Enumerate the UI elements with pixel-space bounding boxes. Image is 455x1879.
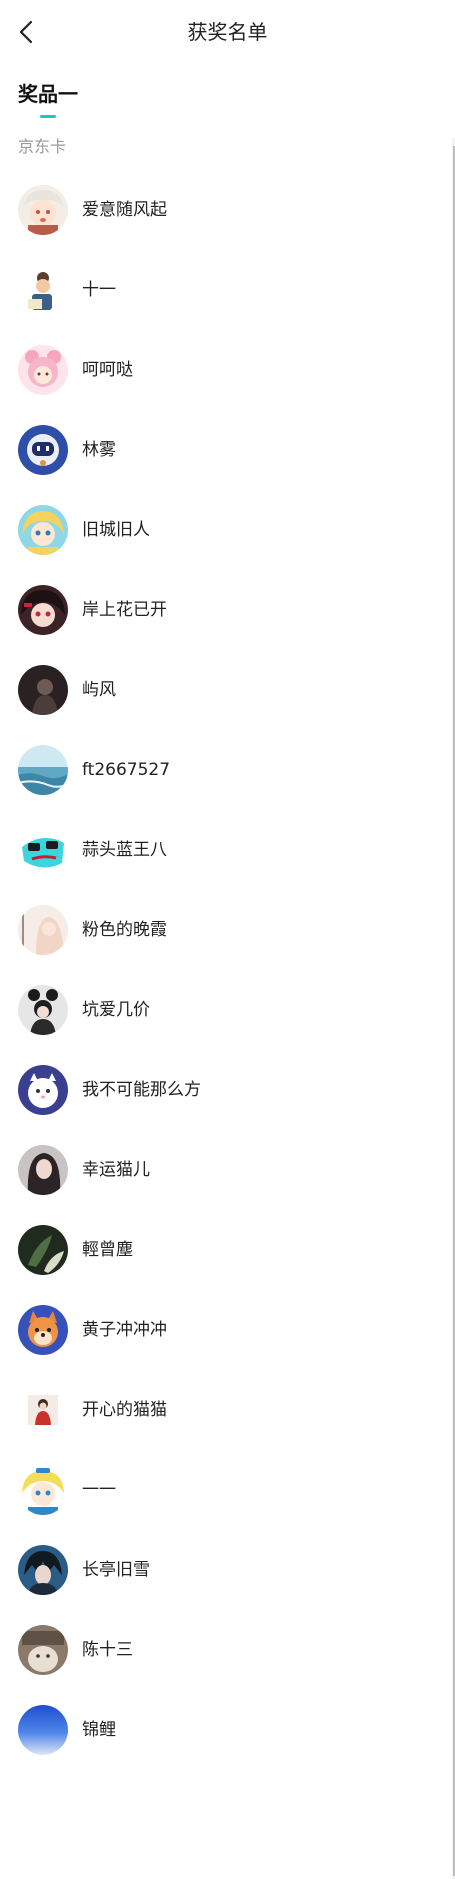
top-bar: 获奖名单 (0, 0, 455, 66)
list-item: 屿风 (0, 650, 440, 730)
avatar (18, 505, 68, 555)
winner-name: 粉色的晚霞 (82, 920, 167, 940)
winner-name: 我不可能那么方 (82, 1080, 201, 1100)
avatar (18, 1545, 68, 1595)
winner-name: 一一 (82, 1480, 116, 1500)
avatar (18, 1625, 68, 1675)
winner-name: 开心的猫猫 (82, 1400, 167, 1420)
winner-list-content: 奖品一 京东卡 爱意随风起 十一 呵呵哒 林雾 旧城旧人 岸上花已开 屿风 ft… (0, 66, 455, 1879)
list-item: 坑爱几价 (0, 970, 440, 1050)
avatar (18, 425, 68, 475)
list-item: 十一 (0, 250, 440, 330)
winner-name: 陈十三 (82, 1640, 133, 1660)
avatar (18, 985, 68, 1035)
avatar (18, 745, 68, 795)
page-title: 获奖名单 (187, 20, 268, 44)
winner-name: 旧城旧人 (82, 520, 150, 540)
avatar (18, 265, 68, 315)
list-item: ft2667527 (0, 730, 440, 810)
tab-active-indicator (40, 115, 56, 118)
list-item: 锦鲤 (0, 1690, 440, 1770)
winner-name: 黄子冲冲冲 (82, 1320, 167, 1340)
list-item: 旧城旧人 (0, 490, 440, 570)
list-item: 輕曾塵 (0, 1210, 440, 1290)
avatar (18, 585, 68, 635)
winner-name: ft2667527 (82, 760, 171, 780)
avatar (18, 905, 68, 955)
winner-list: 爱意随风起 十一 呵呵哒 林雾 旧城旧人 岸上花已开 屿风 ft2667527 … (0, 170, 440, 1770)
list-item: 我不可能那么方 (0, 1050, 440, 1130)
winner-name: 十一 (82, 280, 116, 300)
avatar (18, 185, 68, 235)
winner-name: 锦鲤 (82, 1720, 116, 1740)
avatar (18, 825, 68, 875)
winner-name: 林雾 (82, 440, 116, 460)
list-item: 蒜头蓝王八 (0, 810, 440, 890)
tab-prize-one[interactable]: 奖品一 (18, 80, 78, 118)
avatar (18, 1225, 68, 1275)
list-item: 黄子冲冲冲 (0, 1290, 440, 1370)
winner-name: 呵呵哒 (82, 360, 133, 380)
winner-name: 蒜头蓝王八 (82, 840, 167, 860)
list-item: 林雾 (0, 410, 440, 490)
avatar (18, 1145, 68, 1195)
avatar (28, 1395, 58, 1425)
avatar (18, 1465, 68, 1515)
avatar (18, 1705, 68, 1755)
list-item: 岸上花已开 (0, 570, 440, 650)
prize-tabs: 奖品一 (18, 80, 78, 126)
winner-name: 岸上花已开 (82, 600, 167, 620)
avatar (18, 1065, 68, 1115)
winner-name: 輕曾塵 (82, 1240, 133, 1260)
list-item: 幸运猫儿 (0, 1130, 440, 1210)
list-item: 粉色的晚霞 (0, 890, 440, 970)
avatar (18, 1305, 68, 1355)
list-item: 一一 (0, 1450, 440, 1530)
list-item: 开心的猫猫 (0, 1370, 440, 1450)
avatar (18, 665, 68, 715)
list-item: 爱意随风起 (0, 170, 440, 250)
prize-name: 京东卡 (18, 137, 67, 156)
list-item: 长亭旧雪 (0, 1530, 440, 1610)
list-item: 呵呵哒 (0, 330, 440, 410)
winner-name: 幸运猫儿 (82, 1160, 150, 1180)
winner-name: 屿风 (82, 680, 116, 700)
winner-name: 爱意随风起 (82, 200, 167, 220)
winner-name: 坑爱几价 (82, 1000, 150, 1020)
avatar (18, 345, 68, 395)
list-item: 陈十三 (0, 1610, 440, 1690)
winner-name: 长亭旧雪 (82, 1560, 150, 1580)
tab-label: 奖品一 (18, 82, 78, 106)
